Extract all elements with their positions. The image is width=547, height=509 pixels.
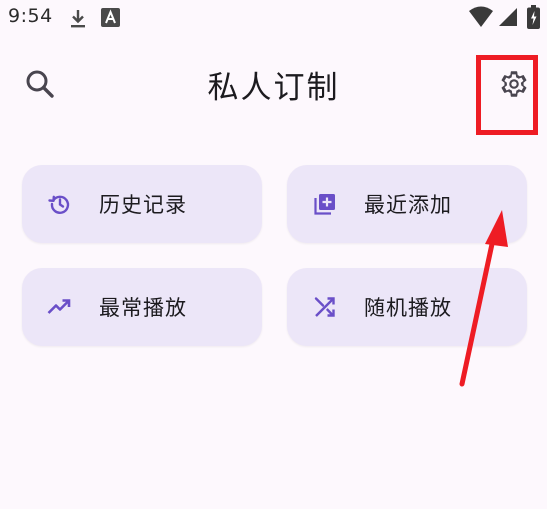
status-time: 9:54	[8, 5, 53, 27]
history-label: 历史记录	[99, 193, 187, 217]
most-played-label: 最常播放	[99, 296, 187, 320]
recently-added-card[interactable]: 最近添加	[287, 165, 527, 243]
shuffle-play-label: 随机播放	[364, 296, 452, 320]
shuffle-play-card[interactable]: 随机播放	[287, 268, 527, 346]
status-bar: 9:54	[0, 0, 547, 36]
history-icon	[47, 191, 73, 217]
recently-added-label: 最近添加	[364, 193, 452, 217]
wifi-icon	[469, 6, 493, 27]
a-badge-icon	[101, 8, 120, 27]
most-played-card[interactable]: 最常播放	[22, 268, 262, 346]
history-card[interactable]: 历史记录	[22, 165, 262, 243]
annotation-highlight-box	[476, 55, 538, 135]
battery-icon	[527, 5, 540, 29]
trending-up-icon	[47, 294, 73, 320]
library-add-icon	[312, 191, 338, 217]
page-title: 私人订制	[207, 70, 340, 106]
shuffle-icon	[312, 294, 338, 320]
signal-icon	[499, 8, 517, 26]
download-icon	[71, 10, 85, 28]
